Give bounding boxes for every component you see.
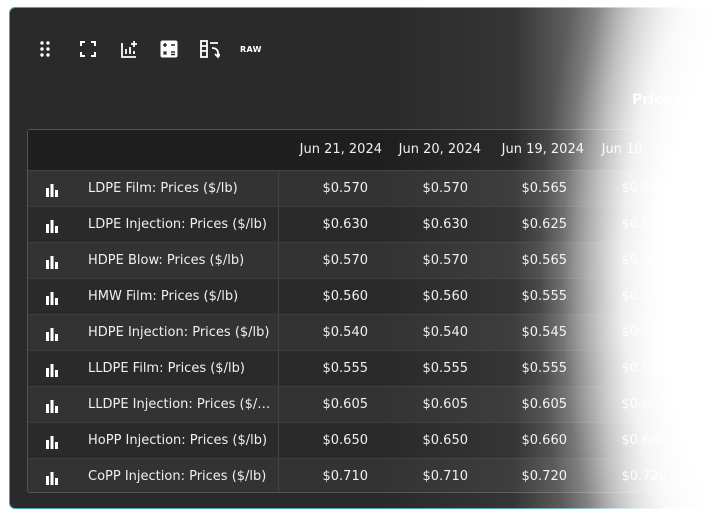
toolbar: RAW (40, 38, 280, 60)
table-cell: $0.660 (521, 433, 568, 448)
table-cell: $0.605 (621, 397, 668, 412)
table-cell: $0.625 (621, 217, 668, 232)
table-cell: $0.630 (422, 217, 469, 232)
table-cell: $0.565 (621, 181, 668, 196)
row-label: HoPP Injection: Prices ($/lb) (88, 433, 268, 448)
table-cell: $0.720 (521, 469, 568, 484)
bar-chart-icon[interactable] (45, 254, 59, 269)
table-cell: $0.650 (322, 433, 369, 448)
table-cell: $0.540 (422, 325, 469, 340)
panel-title: Price Pane (632, 92, 712, 108)
calculator-icon[interactable] (160, 38, 200, 60)
bar-chart-icon[interactable] (45, 218, 59, 233)
table-cell: $0.650 (422, 433, 469, 448)
table-cell: $0.625 (521, 217, 568, 232)
table-cell: $0.710 (422, 469, 469, 484)
table-cell: $0.560 (422, 289, 469, 304)
raw-toggle-button[interactable]: RAW (240, 38, 280, 60)
table-cell: $0.555 (621, 289, 668, 304)
table-cell: $0.605 (521, 397, 568, 412)
row-label: HMW Film: Prices ($/lb) (88, 289, 239, 304)
bar-chart-icon[interactable] (45, 326, 59, 341)
table-cell: $0.555 (422, 361, 469, 376)
table-cell: $0.555 (322, 361, 369, 376)
table-cell: $0.570 (322, 253, 369, 268)
table-cell: $0.570 (422, 253, 469, 268)
row-label: CoPP Injection: Prices ($/lb) (88, 469, 267, 484)
table-cell: $0.570 (322, 181, 369, 196)
column-header[interactable]: Jun 18, 2024 (584, 142, 684, 157)
column-header[interactable]: Jun 21, 2024 (282, 142, 382, 157)
expand-icon[interactable] (80, 38, 120, 60)
table-row: LLDPE Film: Prices ($/lb) $0.555 $0.555 $0.… (28, 351, 712, 387)
row-label: LLDPE Film: Prices ($/lb) (88, 361, 245, 376)
drag-handle-icon[interactable] (40, 38, 80, 60)
bar-chart-icon[interactable] (45, 398, 59, 413)
table-cell: $0.605 (322, 397, 369, 412)
bar-chart-icon[interactable] (45, 362, 59, 377)
row-label: LLDPE Injection: Prices ($/lb) (88, 397, 273, 412)
table-cell: $0.660 (621, 433, 668, 448)
table-cell: $0.565 (621, 253, 668, 268)
table-row: HoPP Injection: Prices ($/lb) $0.650 $0.65… (28, 423, 712, 459)
table-cell: $0.565 (521, 181, 568, 196)
table-cell: $0.630 (322, 217, 369, 232)
chart-panel: RAW Price Pane Jun 21, 2024 Jun 20, 2024… (9, 7, 712, 509)
table-row: HDPE Injection: Prices ($/lb) $0.540 $0.54… (28, 315, 712, 351)
table-cell: $0.555 (621, 361, 668, 376)
table-cell: $0.710 (322, 469, 369, 484)
table-cell: $0.605 (422, 397, 469, 412)
table-cell: $0.560 (322, 289, 369, 304)
data-table: Jun 21, 2024 Jun 20, 2024 Jun 19, 2024 J… (27, 129, 712, 493)
column-header[interactable]: Jun 20, 2024 (381, 142, 481, 157)
row-label: HDPE Blow: Prices ($/lb) (88, 253, 245, 268)
table-row: CoPP Injection: Prices ($/lb) $0.710 $0.71… (28, 459, 712, 492)
table-cell: $0.555 (521, 361, 568, 376)
row-label: LDPE Film: Prices ($/lb) (88, 181, 238, 196)
swap-axes-icon[interactable] (200, 38, 240, 60)
row-label: LDPE Injection: Prices ($/lb) (88, 217, 267, 232)
add-chart-icon[interactable] (120, 38, 160, 60)
bar-chart-icon[interactable] (45, 434, 59, 449)
table-row: HMW Film: Prices ($/lb) $0.560 $0.560 $0.55… (28, 279, 712, 315)
table-row: LLDPE Injection: Prices ($/lb) $0.605 $0.6… (28, 387, 712, 423)
bar-chart-icon[interactable] (45, 470, 59, 485)
table-header: Jun 21, 2024 Jun 20, 2024 Jun 19, 2024 J… (28, 130, 712, 171)
table-row: LDPE Film: Prices ($/lb) $0.570 $0.570 $0.5… (28, 171, 712, 207)
table-cell: $0.565 (521, 253, 568, 268)
table-cell: $0.570 (422, 181, 469, 196)
bar-chart-icon[interactable] (45, 182, 59, 197)
table-row: LDPE Injection: Prices ($/lb) $0.630 $0.63… (28, 207, 712, 243)
table-cell: $0.545 (621, 325, 668, 340)
column-header[interactable]: Jun 19, 2024 (484, 142, 584, 157)
table-row: HDPE Blow: Prices ($/lb) $0.570 $0.570 $0.5… (28, 243, 712, 279)
row-label: HDPE Injection: Prices ($/lb) (88, 325, 270, 340)
table-cell: $0.545 (521, 325, 568, 340)
table-cell: $0.540 (322, 325, 369, 340)
table-cell: $0.720 (621, 469, 668, 484)
bar-chart-icon[interactable] (45, 290, 59, 305)
table-cell: $0.555 (521, 289, 568, 304)
